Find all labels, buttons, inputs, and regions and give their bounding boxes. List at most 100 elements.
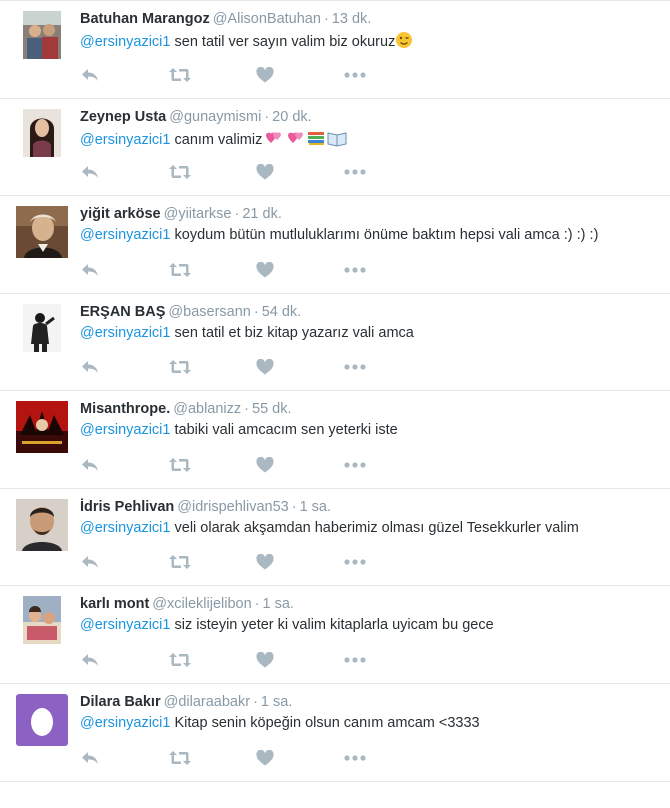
reply-button[interactable] (80, 358, 168, 376)
tweet-body: Kitap senin köpeğin olsun canım amcam <3… (170, 714, 480, 731)
avatar[interactable] (23, 108, 61, 157)
timestamp[interactable]: 54 dk. (262, 304, 302, 320)
timestamp[interactable]: 13 dk. (332, 11, 372, 27)
tweet[interactable]: İdris Pehlivan @idrispehlivan53 · 1 sa. @er… (0, 489, 670, 586)
more-button[interactable] (344, 261, 432, 279)
like-button[interactable] (256, 358, 344, 376)
retweet-button[interactable] (168, 261, 256, 279)
tweet-text: @ersinyazici1 tabiki vali amcacım sen ye… (80, 421, 640, 440)
like-icon (256, 359, 274, 375)
tweet[interactable]: Dilara Bakır @dilaraabakr · 1 sa. @ersinyaz… (0, 684, 670, 782)
reply-button[interactable] (80, 66, 168, 84)
timestamp[interactable]: 55 dk. (252, 401, 292, 417)
fullname[interactable]: Zeynep Usta (80, 109, 166, 125)
username[interactable]: @dilaraabakr (164, 694, 250, 710)
avatar[interactable] (16, 693, 68, 746)
tweet[interactable]: yiğit arköse @yiitarkse · 21 dk. @ersinyazi… (0, 196, 670, 294)
retweet-button[interactable] (168, 749, 256, 767)
timestamp[interactable]: 21 dk. (242, 206, 282, 222)
retweet-button[interactable] (168, 553, 256, 571)
reply-button[interactable] (80, 553, 168, 571)
username[interactable]: @idrispehlivan53 (177, 499, 288, 515)
like-button[interactable] (256, 749, 344, 767)
more-icon (344, 364, 366, 370)
reply-button[interactable] (80, 456, 168, 474)
avatar[interactable] (16, 206, 68, 258)
retweet-button[interactable] (168, 456, 256, 474)
fullname[interactable]: Misanthrope. (80, 401, 170, 417)
mention-link[interactable]: @ersinyazici1 (80, 227, 170, 243)
timestamp[interactable]: 1 sa. (262, 596, 293, 612)
username[interactable]: @gunaymismi (169, 109, 261, 125)
like-icon (256, 554, 274, 570)
like-button[interactable] (256, 163, 344, 181)
username[interactable]: @AlisonBatuhan (213, 11, 321, 27)
username[interactable]: @yiitarkse (164, 206, 232, 222)
like-button[interactable] (256, 651, 344, 669)
tweet-actions (80, 553, 432, 571)
reply-button[interactable] (80, 749, 168, 767)
username[interactable]: @basersann (168, 304, 250, 320)
separator: · (234, 206, 240, 222)
like-button[interactable] (256, 66, 344, 84)
mention-link[interactable]: @ersinyazici1 (80, 34, 170, 50)
mention-link[interactable]: @ersinyazici1 (80, 617, 170, 633)
retweet-icon (169, 67, 191, 82)
tweet[interactable]: Misanthrope. @ablanizz · 55 dk. @ersinyazic… (0, 391, 670, 489)
timestamp[interactable]: 1 sa. (261, 694, 292, 710)
like-button[interactable] (256, 261, 344, 279)
retweet-button[interactable] (168, 163, 256, 181)
mention-link[interactable]: @ersinyazici1 (80, 132, 170, 148)
mention-link[interactable]: @ersinyazici1 (80, 520, 170, 536)
tweet[interactable]: Zeynep Usta @gunaymismi · 20 dk. @ersinyazi… (0, 99, 670, 196)
separator: · (253, 303, 259, 320)
tweet[interactable]: Batuhan Marangoz @AlisonBatuhan · 13 dk. @e… (0, 1, 670, 99)
reply-button[interactable] (80, 651, 168, 669)
reply-icon (82, 751, 98, 764)
fullname[interactable]: ERŞAN BAŞ (80, 304, 165, 320)
timestamp[interactable]: 1 sa. (300, 499, 331, 515)
avatar[interactable] (16, 498, 68, 551)
retweet-button[interactable] (168, 358, 256, 376)
like-icon (256, 456, 274, 472)
tweet-header: ERŞAN BAŞ @basersann · 54 dk. (80, 303, 658, 321)
fullname[interactable]: İdris Pehlivan (80, 499, 174, 515)
like-button[interactable] (256, 553, 344, 571)
avatar[interactable] (23, 303, 61, 352)
tweet-body: sen tatil ver sayın valim biz okuruz (170, 34, 396, 50)
mention-link[interactable]: @ersinyazici1 (80, 325, 170, 341)
username[interactable]: @xcileklijelibon (152, 596, 251, 612)
fullname[interactable]: Dilara Bakır (80, 694, 161, 710)
like-button[interactable] (256, 456, 344, 474)
tweet-header: Batuhan Marangoz @AlisonBatuhan · 13 dk. (80, 10, 658, 28)
retweet-button[interactable] (168, 66, 256, 84)
avatar[interactable] (23, 11, 61, 59)
timestamp[interactable]: 20 dk. (272, 109, 312, 125)
fullname[interactable]: Batuhan Marangoz (80, 11, 210, 27)
avatar[interactable] (23, 596, 61, 644)
reply-icon (82, 653, 98, 666)
tweet-header: Dilara Bakır @dilaraabakr · 1 sa. (80, 693, 658, 711)
more-button[interactable] (344, 456, 432, 474)
reply-button[interactable] (80, 163, 168, 181)
fullname[interactable]: yiğit arköse (80, 206, 161, 222)
fullname[interactable]: karlı mont (80, 596, 149, 612)
username[interactable]: @ablanizz (173, 401, 241, 417)
more-button[interactable] (344, 66, 432, 84)
tweet-actions (80, 163, 432, 181)
mention-link[interactable]: @ersinyazici1 (80, 422, 170, 438)
retweet-button[interactable] (168, 651, 256, 669)
tweet-text: @ersinyazici1 siz isteyin yeter ki valim… (80, 616, 640, 635)
tweet[interactable]: ERŞAN BAŞ @basersann · 54 dk. @ersinyazici1… (0, 294, 670, 391)
more-button[interactable] (344, 749, 432, 767)
more-button[interactable] (344, 553, 432, 571)
more-button[interactable] (344, 358, 432, 376)
more-button[interactable] (344, 163, 432, 181)
tweet[interactable]: karlı mont @xcileklijelibon · 1 sa. @ersiny… (0, 586, 670, 684)
mention-link[interactable]: @ersinyazici1 (80, 715, 170, 731)
avatar[interactable] (16, 401, 68, 453)
more-button[interactable] (344, 651, 432, 669)
reply-button[interactable] (80, 261, 168, 279)
tweet-text: @ersinyazici1 Kitap senin köpeğin olsun … (80, 714, 640, 733)
reply-icon (82, 556, 98, 568)
